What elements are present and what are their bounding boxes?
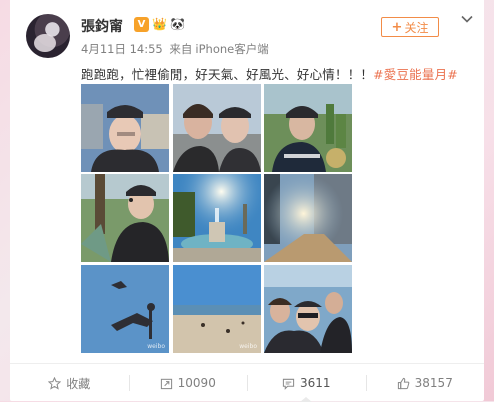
photo-3[interactable] — [264, 84, 352, 172]
comment-icon — [282, 378, 295, 390]
plus-icon: + — [391, 19, 403, 35]
thumbs-up-icon — [397, 377, 409, 389]
photo-watermark: weibo — [147, 343, 165, 350]
photo-4[interactable] — [81, 174, 169, 262]
source-prefix: 来自 — [169, 42, 193, 56]
weibo-post-card: 張鈞甯 V 👑 🐼 4月11日 14:55 来自 iPhone客户端 + 关注 跑… — [10, 0, 484, 402]
follow-label: 关注 — [404, 20, 429, 35]
photo-8[interactable]: weibo — [173, 265, 261, 353]
photo-watermark: weibo — [239, 343, 257, 350]
star-icon — [48, 376, 62, 390]
chevron-down-icon[interactable] — [460, 12, 474, 26]
post-hashtag[interactable]: #愛豆能量月# — [373, 67, 458, 82]
favorite-label: 收藏 — [66, 376, 91, 391]
like-count: 38157 — [414, 376, 453, 390]
photo-2[interactable] — [173, 84, 261, 172]
photo-5[interactable] — [173, 174, 261, 262]
post-text-main: 跑跑跑，忙裡偷閒，好天氣、好風光、好心情！！！ — [81, 67, 374, 82]
follow-button[interactable]: + 关注 — [381, 17, 439, 37]
post-source[interactable]: iPhone客户端 — [195, 42, 268, 56]
verified-badge-icon[interactable]: V — [134, 17, 149, 32]
repost-button[interactable]: 10090 — [128, 373, 248, 393]
comment-count: 3611 — [299, 376, 331, 390]
author-name[interactable]: 張鈞甯 — [81, 16, 123, 36]
photo-7[interactable]: weibo — [81, 265, 169, 353]
post-text: 跑跑跑，忙裡偷閒，好天氣、好風光、好心情！！！#愛豆能量月# — [81, 64, 458, 83]
repost-count: 10090 — [177, 376, 216, 390]
post-date[interactable]: 4月11日 14:55 — [81, 42, 163, 56]
like-button[interactable]: 38157 — [365, 373, 485, 393]
photo-1[interactable] — [81, 84, 169, 172]
post-meta: 4月11日 14:55 来自 iPhone客户端 — [81, 41, 269, 57]
action-bar: 收藏 10090 3611 38157 — [10, 363, 484, 402]
comment-button[interactable]: 3611 — [247, 373, 366, 402]
favorite-button[interactable]: 收藏 — [10, 373, 129, 393]
photo-6[interactable] — [264, 174, 352, 262]
avatar[interactable] — [26, 14, 70, 58]
author-badges: V 👑 🐼 — [134, 17, 185, 32]
crown-badge-icon[interactable]: 👑 — [152, 17, 167, 32]
panda-badge-icon[interactable]: 🐼 — [170, 17, 185, 32]
repost-icon — [160, 378, 172, 389]
photo-9[interactable] — [264, 265, 352, 353]
